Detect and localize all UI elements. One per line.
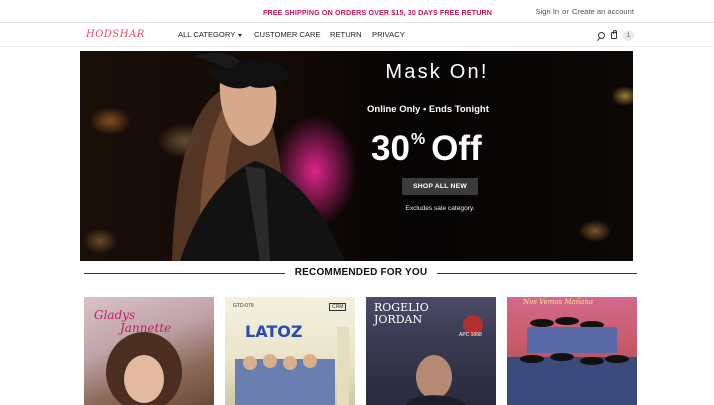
product-card[interactable]: ROGELIO JORDAN APC 1068: [366, 297, 496, 405]
nav-customer-care[interactable]: CUSTOMER CARE: [254, 30, 321, 39]
create-account-link[interactable]: Create an account: [572, 7, 634, 16]
hero-subtitle: Online Only • Ends Tonight: [367, 104, 489, 115]
product-code: APC 1068: [459, 332, 482, 338]
hero-title: Mask On!: [385, 61, 489, 83]
product-title-line2: Jannette: [120, 321, 172, 335]
chevron-down-icon: [238, 33, 243, 37]
bag-icon[interactable]: [611, 29, 617, 39]
product-grid: Gladys Jannette GTD-079 CRM LATOZ ROGELIO…: [84, 297, 638, 405]
nav-all-category[interactable]: ALL CATEGORY: [178, 30, 243, 39]
product-brand: LATOZ: [245, 322, 303, 341]
product-card[interactable]: GTD-079 CRM LATOZ: [225, 297, 355, 405]
product-badge: CRM: [329, 303, 347, 311]
site-logo[interactable]: HODSHAR: [86, 29, 145, 40]
product-title-line2: JORDAN: [374, 313, 423, 326]
hero-offer: 30% Off: [371, 129, 482, 169]
nav-privacy[interactable]: PRIVACY: [372, 30, 405, 39]
section-divider-right: [437, 273, 637, 274]
nav-all-category-label: ALL CATEGORY: [178, 30, 236, 39]
sign-in-link[interactable]: Sign In: [536, 7, 560, 16]
product-title-line1: Gladys: [94, 308, 136, 322]
account-links: Sign In or Create an account: [536, 7, 634, 16]
nav-divider: [0, 46, 714, 47]
nav-return[interactable]: RETURN: [330, 30, 362, 39]
shipping-promo: FREE SHIPPING ON ORDERS OVER $15, 30 DAY…: [263, 8, 493, 17]
product-image: [235, 327, 349, 405]
hero-offer-word: Off: [431, 129, 482, 168]
section-divider-left: [84, 273, 285, 274]
main-nav: HODSHAR ALL CATEGORY CUSTOMER CARE RETUR…: [0, 24, 714, 46]
product-code: GTD-079: [233, 303, 254, 309]
product-card[interactable]: Nos Vemos Mañana: [507, 297, 637, 405]
product-image: [507, 317, 637, 405]
hero-offer-percent: %: [410, 131, 426, 148]
section-title: RECOMMENDED FOR YOU: [294, 267, 428, 278]
account-or: or: [562, 7, 569, 16]
product-title: Gladys Jannette: [94, 309, 171, 335]
product-card[interactable]: Gladys Jannette: [84, 297, 214, 405]
search-icon[interactable]: [598, 31, 605, 39]
hero-note: Excludes sale category.: [405, 205, 475, 212]
cart-count-badge[interactable]: 1: [623, 29, 634, 41]
hero-banner[interactable]: Mask On! Online Only • Ends Tonight 30% O…: [80, 51, 633, 261]
shop-all-new-button[interactable]: SHOP ALL NEW: [402, 178, 478, 195]
nav-icons: 1: [598, 28, 634, 42]
top-bar: FREE SHIPPING ON ORDERS OVER $15, 30 DAY…: [0, 0, 714, 24]
hero-offer-value: 30: [371, 129, 410, 168]
top-divider: [0, 22, 714, 23]
product-title: ROGELIO JORDAN: [374, 302, 429, 326]
product-title: Nos Vemos Mañana: [523, 298, 594, 306]
hero-photo: [172, 52, 345, 261]
